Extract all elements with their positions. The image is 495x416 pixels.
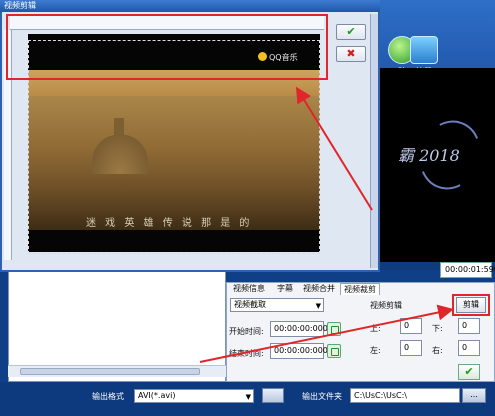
annotation-arrows [199, 86, 454, 363]
arrow-to-cut-button [199, 304, 454, 363]
arrow-to-crop [295, 86, 373, 211]
